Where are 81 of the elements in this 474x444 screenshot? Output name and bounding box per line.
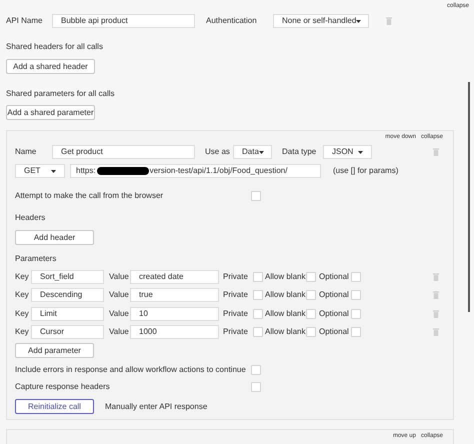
button[interactable]: Reinitialize call <box>15 399 94 414</box>
field-label: Key <box>15 289 30 301</box>
key-field[interactable]: Descending <box>31 288 104 302</box>
checkbox-label: Optional <box>319 270 350 282</box>
field-label: Value <box>109 270 130 282</box>
checkbox[interactable] <box>351 290 361 300</box>
option-label: Attempt to make the call from the browser <box>15 190 164 202</box>
checkbox[interactable] <box>306 308 316 318</box>
method-select[interactable]: GET <box>15 164 65 178</box>
trash-icon[interactable] <box>433 272 439 280</box>
field-label: Key <box>15 308 30 320</box>
button[interactable]: Add header <box>15 230 94 245</box>
checkbox[interactable] <box>351 272 361 282</box>
option-label: Include errors in response and allow workflow actions to continue <box>15 364 247 376</box>
section-label: Headers <box>15 213 46 222</box>
trash-icon[interactable] <box>433 328 439 336</box>
checkbox[interactable] <box>253 327 263 337</box>
checkbox-label: Allow blank <box>265 289 306 301</box>
checkbox[interactable] <box>253 308 263 318</box>
caret-icon <box>51 170 56 172</box>
value-field[interactable]: 10 <box>130 306 219 320</box>
caret-icon <box>356 20 362 22</box>
caret-icon <box>358 150 363 154</box>
checkbox[interactable] <box>251 365 261 375</box>
field-label: API Name <box>6 15 44 27</box>
field-label: Data type <box>282 146 318 158</box>
url-field[interactable]: https: version-test/api/1.1/obj/Food_question/ <box>70 164 321 178</box>
checkbox[interactable] <box>306 290 316 300</box>
data-type-select[interactable]: JSON <box>323 145 372 159</box>
checkbox-label: Allow blank <box>265 308 306 320</box>
checkbox-label: Private <box>223 270 249 282</box>
checkbox-label: Allow blank <box>265 270 306 282</box>
scrollbar[interactable] <box>468 82 470 312</box>
checkbox-label: Private <box>223 289 249 301</box>
section-label: Parameters <box>15 254 56 263</box>
checkbox-label: Private <box>223 308 249 320</box>
checkbox-label: Allow blank <box>265 326 306 338</box>
value-field[interactable]: created date <box>130 270 219 284</box>
checkbox-label: Optional <box>319 308 350 320</box>
manual-response-label: Manually enter API response <box>105 400 208 412</box>
checkbox-label: Private <box>223 326 249 338</box>
section-label: Shared parameters for all calls <box>6 89 114 98</box>
checkbox[interactable] <box>306 272 316 282</box>
redaction-mark <box>96 167 149 175</box>
key-field[interactable]: Sort_field <box>31 270 104 284</box>
authentication-select[interactable]: None or self-handled <box>273 14 369 28</box>
button[interactable]: Add a shared parameter <box>6 105 95 120</box>
checkbox[interactable] <box>351 327 361 337</box>
trash-icon[interactable] <box>433 148 439 156</box>
checkbox[interactable] <box>253 272 263 282</box>
section-label: Shared headers for all calls <box>6 42 103 51</box>
checkbox-label: Optional <box>319 289 350 301</box>
option-label: Capture response headers <box>15 381 111 393</box>
field-label: Value <box>109 326 130 338</box>
checkbox[interactable] <box>253 290 263 300</box>
checkbox[interactable] <box>351 308 361 318</box>
caret-icon <box>258 150 264 154</box>
key-field[interactable]: Limit <box>31 306 104 320</box>
button[interactable]: Add a shared header <box>6 59 95 74</box>
value-field[interactable]: true <box>130 288 219 302</box>
checkbox[interactable] <box>251 191 261 201</box>
use-as-select[interactable]: Data <box>233 145 272 159</box>
field-label: Key <box>15 326 30 338</box>
button[interactable]: Add parameter <box>15 343 94 358</box>
checkbox-label: Optional <box>319 326 350 338</box>
field-label: Value <box>109 289 130 301</box>
trash-icon[interactable] <box>386 17 392 25</box>
trash-icon[interactable] <box>433 310 439 318</box>
field-label: Name <box>15 146 38 158</box>
url-hint: (use [] for params) <box>333 165 398 177</box>
value-field[interactable]: 1000 <box>130 325 219 339</box>
checkbox[interactable] <box>306 327 316 337</box>
field-label: Authentication <box>206 15 258 27</box>
checkbox[interactable] <box>251 382 261 392</box>
trash-icon[interactable] <box>433 291 439 299</box>
field-label: Key <box>15 270 30 282</box>
call-name-field[interactable]: Get product <box>52 145 195 159</box>
field-label: Use as <box>205 146 231 158</box>
key-field[interactable]: Cursor <box>31 325 104 339</box>
api-name-field[interactable]: Bubble api product <box>52 14 195 28</box>
field-label: Value <box>109 308 130 320</box>
